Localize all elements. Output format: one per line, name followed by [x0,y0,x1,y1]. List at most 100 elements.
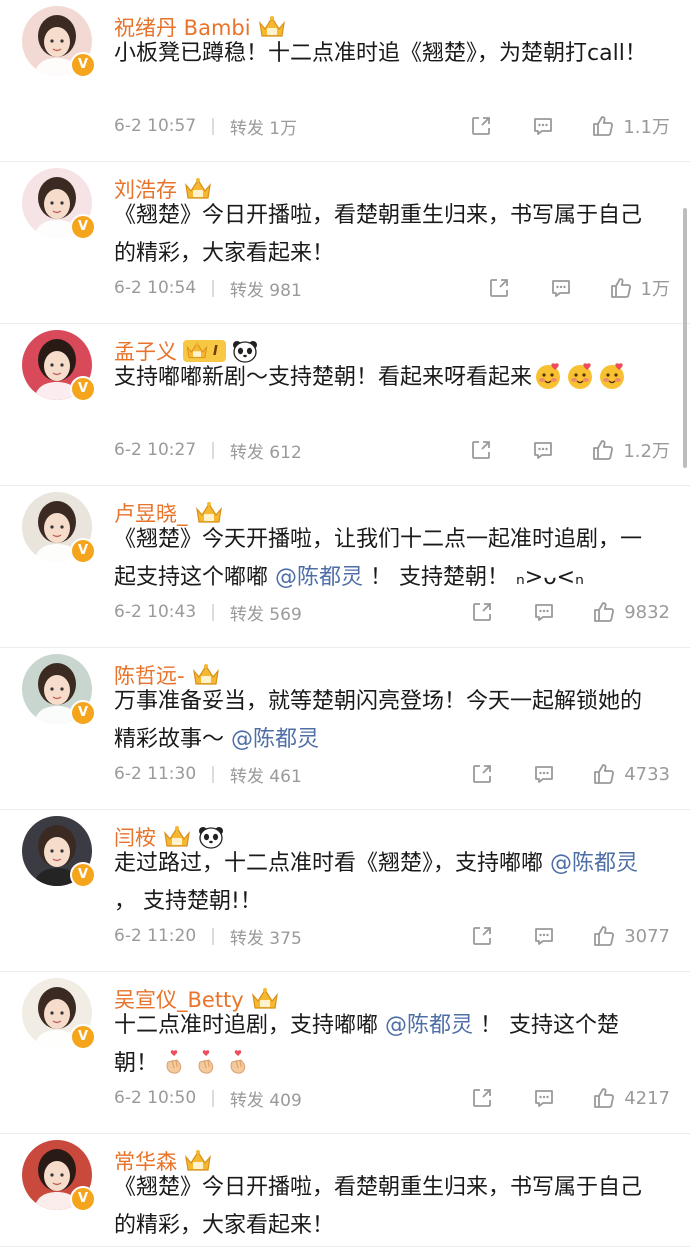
verified-badge-icon: V [70,376,96,402]
verified-badge-icon: V [70,214,96,240]
verified-badge-icon: V [70,700,96,726]
like-icon[interactable] [609,276,633,300]
comment-icon[interactable] [531,114,555,138]
avatar[interactable]: V [22,6,96,78]
divider: | [210,278,216,298]
share-icon[interactable] [469,114,493,138]
like-count: 9832 [624,601,670,623]
comment-meta: 6-2 10:43 | 转发 569 9832 [114,598,670,626]
forward-count[interactable]: 转发 1万 [230,114,297,139]
forward-count[interactable]: 转发 981 [230,276,302,301]
verified-badge-icon: V [70,862,96,888]
comment-icon[interactable] [531,438,555,462]
comment-item[interactable]: V 常华森 《翘楚》今日开播啦，看楚朝重生归来，书写属于自己的精彩，大家看起来！ [0,1134,690,1247]
mention-link[interactable]: @陈都灵 [275,565,363,590]
comment-meta: 6-2 10:50 | 转发 409 4217 [114,1084,670,1112]
share-icon[interactable] [470,762,494,786]
comment-meta: 6-2 11:30 | 转发 461 4733 [114,760,670,788]
like-count: 1.1万 [623,117,670,138]
avatar[interactable]: V [22,1140,96,1212]
avatar[interactable]: V [22,978,96,1050]
comment-item[interactable]: V 闫桉 走过路过，十二点准时看《翘楚》，支持嘟嘟 @陈都灵 ， 支持楚朝!！ 6-2… [0,810,690,972]
verified-badge-icon: V [70,1186,96,1212]
comment-text-segment: ， 支持楚朝!！ [114,889,262,914]
like-icon[interactable] [592,924,616,948]
comment-text-segment: 走过路过，十二点准时看《翘楚》，支持嘟嘟 [114,851,550,876]
divider: | [210,440,216,460]
like-icon[interactable] [591,438,615,462]
avatar[interactable]: V [22,816,96,888]
comment-item[interactable]: V 吴宣仪_Betty 十二点准时追剧，支持嘟嘟 @陈都灵 ！ 支持这个楚朝！ 6-2… [0,972,690,1134]
comment-meta: 6-2 11:20 | 转发 375 3077 [114,922,670,950]
blush-heart-emoji-icon [598,362,626,390]
comment-item[interactable]: V 祝绪丹 Bambi 小板凳已蹲稳！十二点准时追《翘楚》，为楚朝打call！ 6-2… [0,0,690,162]
comment-text-segment: 小板凳已蹲稳！十二点准时追《翘楚》，为楚朝打call！ [114,41,647,66]
comment-text: 支持嘟嘟新剧～支持楚朝！看起来呀看起来 [114,359,659,397]
like-icon[interactable] [592,1086,616,1110]
avatar[interactable]: V [22,168,96,240]
timestamp: 6-2 11:20 [114,926,197,946]
comment-item[interactable]: V 陈哲远- 万事准备妥当，就等楚朝闪亮登场！今天一起解锁她的精彩故事～ @陈都灵 6… [0,648,690,810]
divider: | [210,602,216,622]
comment-text-segment: 《翘楚》今日开播啦，看楚朝重生归来，书写属于自己的精彩，大家看起来！ [114,203,643,266]
verified-badge-icon: V [70,1024,96,1050]
avatar[interactable]: V [22,654,96,726]
timestamp: 6-2 11:30 [114,764,197,784]
share-icon[interactable] [469,438,493,462]
forward-count[interactable]: 转发 375 [230,924,302,949]
divider: | [210,116,216,136]
like-count: 1.2万 [623,441,670,462]
finger-heart-emoji-icon [192,1048,220,1076]
like-icon[interactable] [592,600,616,624]
comment-item[interactable]: V 卢昱晓_ 《翘楚》今天开播啦，让我们十二点一起准时追剧，一起支持这个嘟嘟 @陈都… [0,486,690,648]
comment-text-segment: 万事准备妥当，就等楚朝闪亮登场！今天一起解锁她的精彩故事～ [114,689,643,752]
avatar[interactable]: V [22,492,96,564]
like-icon[interactable] [592,762,616,786]
scrollbar[interactable] [683,208,687,468]
forward-count[interactable]: 转发 461 [230,762,302,787]
share-icon[interactable] [487,276,511,300]
like-count: 1万 [640,279,670,300]
timestamp: 6-2 10:50 [114,1088,197,1108]
comment-icon[interactable] [532,1086,556,1110]
comment-actions: 1.1万 [469,113,670,139]
divider: | [210,926,216,946]
timestamp: 6-2 10:54 [114,278,197,298]
like-icon[interactable] [591,114,615,138]
comment-text: 走过路过，十二点准时看《翘楚》，支持嘟嘟 @陈都灵 ， 支持楚朝!！ [114,845,659,921]
comment-icon[interactable] [532,600,556,624]
mention-link[interactable]: @陈都灵 [231,727,319,752]
forward-count[interactable]: 转发 409 [230,1086,302,1111]
avatar[interactable]: V [22,330,96,402]
blush-heart-emoji-icon [566,362,594,390]
comment-text-segment: ！ 支持楚朝！ ₙ>ᴗ<ₙ [363,565,584,590]
comment-actions: 4217 [470,1086,670,1110]
comment-actions: 1.2万 [469,437,670,463]
comment-item[interactable]: V 孟子义 I 支持嘟嘟新剧～支持楚朝！看起来呀看起来 6-2 10:27 | 转发 612… [0,324,690,486]
comment-item[interactable]: V 刘浩存 《翘楚》今日开播啦，看楚朝重生归来，书写属于自己的精彩，大家看起来！ 6-… [0,162,690,324]
comment-text: 万事准备妥当，就等楚朝闪亮登场！今天一起解锁她的精彩故事～ @陈都灵 [114,683,659,759]
comment-text: 十二点准时追剧，支持嘟嘟 @陈都灵 ！ 支持这个楚朝！ [114,1007,659,1083]
comment-actions: 1万 [487,275,670,301]
comment-actions: 4733 [470,762,670,786]
vip-level: I [213,343,218,359]
comment-icon[interactable] [532,924,556,948]
blush-heart-emoji-icon [534,362,562,390]
mention-link[interactable]: @陈都灵 [550,851,638,876]
comment-text-segment: 十二点准时追剧，支持嘟嘟 [114,1013,385,1038]
like-count: 3077 [624,925,670,947]
share-icon[interactable] [470,1086,494,1110]
forward-count[interactable]: 转发 612 [230,438,302,463]
divider: | [210,764,216,784]
forward-count[interactable]: 转发 569 [230,600,302,625]
comment-text: 《翘楚》今日开播啦，看楚朝重生归来，书写属于自己的精彩，大家看起来！ [114,197,659,273]
comment-actions: 9832 [470,600,670,624]
comment-icon[interactable] [532,762,556,786]
mention-link[interactable]: @陈都灵 [385,1013,473,1038]
comment-icon[interactable] [549,276,573,300]
share-icon[interactable] [470,600,494,624]
comment-actions: 3077 [470,924,670,948]
share-icon[interactable] [470,924,494,948]
finger-heart-emoji-icon [160,1048,188,1076]
comment-meta: 6-2 10:54 | 转发 981 1万 [114,274,670,302]
